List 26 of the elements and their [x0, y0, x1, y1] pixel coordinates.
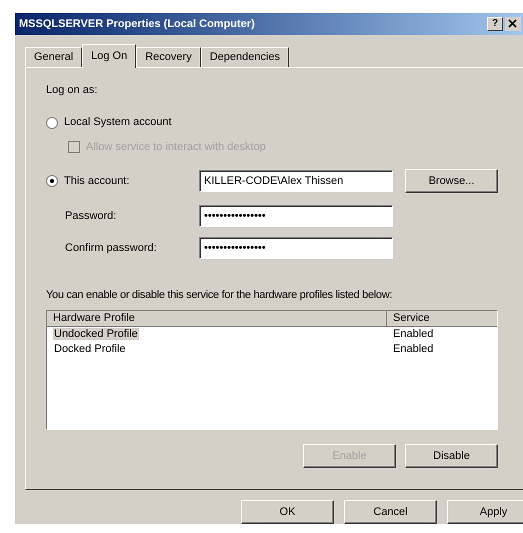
log-on-as-label: Log on as:	[46, 82, 98, 98]
tab[interactable]: General	[25, 46, 82, 67]
password-field[interactable]: ••••••••••••••••	[199, 205, 393, 228]
radio-label: Local System account	[64, 115, 172, 130]
service-status: Enabled	[392, 327, 434, 342]
password-label: Password:	[65, 209, 118, 224]
help-button[interactable]: ?	[487, 16, 503, 31]
dialog-button[interactable]: OK	[241, 500, 334, 524]
profile-action-button[interactable]: Disable	[405, 444, 498, 468]
radio-label: This account:	[64, 174, 130, 190]
confirm-password-field[interactable]: ••••••••••••••••	[199, 237, 393, 260]
dialog-button[interactable]: Cancel	[344, 500, 437, 524]
column-header[interactable]: Service	[387, 310, 497, 327]
account-field[interactable]: KILLER-CODE\Alex Thissen	[199, 170, 393, 192]
tab[interactable]: Log On	[82, 44, 136, 68]
profiles-description: You can enable or disable this service for the hardware profiles listed below:	[46, 288, 394, 304]
service-status: Enabled	[392, 342, 434, 358]
dialog-button[interactable]: Apply	[447, 500, 523, 524]
confirm-password-label: Confirm password:	[65, 241, 158, 256]
tab[interactable]: Dependencies	[200, 46, 290, 67]
window-title: MSSQLSERVER Properties (Local Computer)	[19, 16, 255, 32]
profile-name[interactable]: Undocked Profile	[53, 328, 139, 340]
profile-name[interactable]: Docked Profile	[53, 343, 127, 356]
browse-button[interactable]: Browse...	[405, 169, 498, 194]
tab[interactable]: Recovery	[136, 46, 201, 67]
column-header[interactable]: Hardware Profile	[47, 310, 387, 327]
